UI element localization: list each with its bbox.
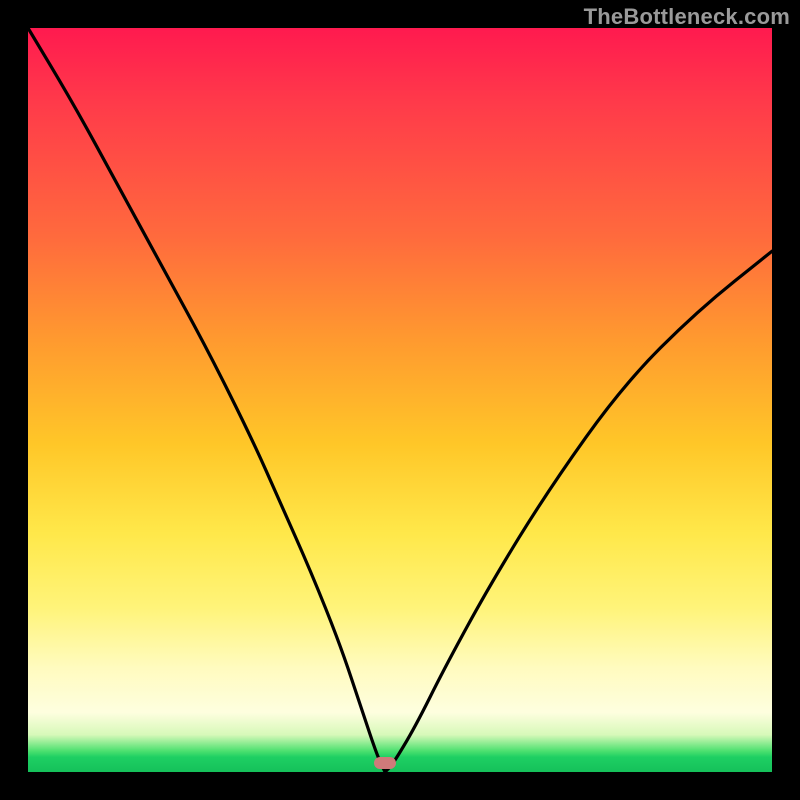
curve-right-branch: [385, 251, 772, 772]
bottleneck-curve: [28, 28, 772, 772]
curve-left-branch: [28, 28, 385, 772]
plot-area: [28, 28, 772, 772]
watermark-text: TheBottleneck.com: [584, 4, 790, 30]
minimum-marker: [374, 757, 396, 769]
chart-frame: TheBottleneck.com: [0, 0, 800, 800]
